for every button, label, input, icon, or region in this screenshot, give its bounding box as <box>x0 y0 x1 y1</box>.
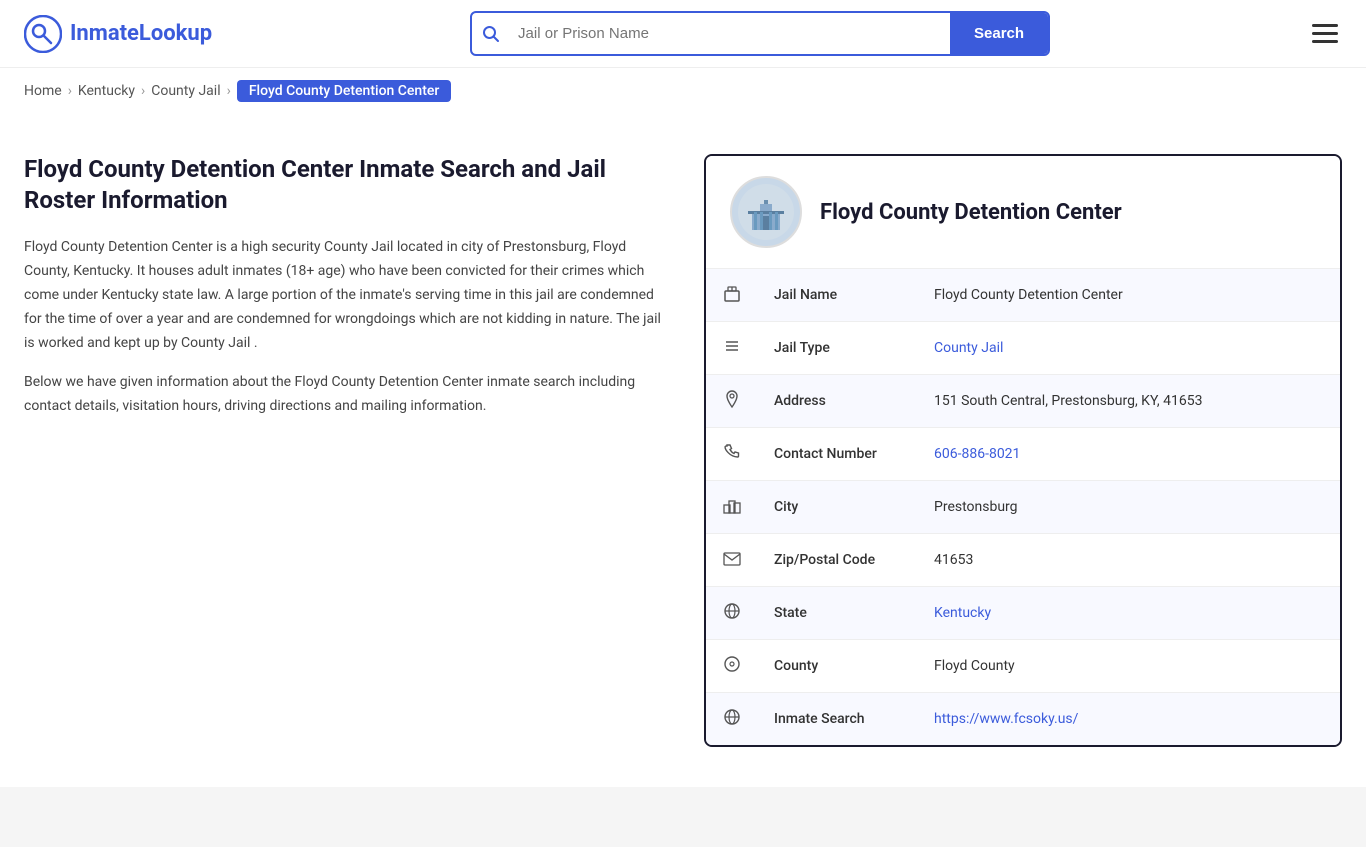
value-jail-name: Floyd County Detention Center <box>918 269 1340 322</box>
mail-icon <box>706 534 758 587</box>
table-row: Contact Number 606-886-8021 <box>706 428 1340 481</box>
phone-icon <box>706 428 758 481</box>
contact-link[interactable]: 606-886-8021 <box>934 446 1020 462</box>
right-column: Floyd County Detention Center Jail Name … <box>704 154 1342 747</box>
breadcrumb-sep-3: › <box>227 83 231 99</box>
breadcrumb-sep-1: › <box>68 83 72 99</box>
facility-image <box>730 176 802 248</box>
search-area: Search <box>470 11 1050 56</box>
label-jail-type: Jail Type <box>758 322 918 375</box>
inmate-search-link[interactable]: https://www.fcsoky.us/ <box>934 711 1078 727</box>
facility-card: Floyd County Detention Center Jail Name … <box>704 154 1342 747</box>
breadcrumb-home[interactable]: Home <box>24 83 62 99</box>
page-desc-1: Floyd County Detention Center is a high … <box>24 236 664 355</box>
jail-type-link[interactable]: County Jail <box>934 340 1003 356</box>
page-title: Floyd County Detention Center Inmate Sea… <box>24 154 664 216</box>
label-county: County <box>758 640 918 693</box>
table-row: Inmate Search https://www.fcsoky.us/ <box>706 693 1340 746</box>
label-contact: Contact Number <box>758 428 918 481</box>
facility-header: Floyd County Detention Center <box>706 156 1340 269</box>
table-row: Zip/Postal Code 41653 <box>706 534 1340 587</box>
facility-name: Floyd County Detention Center <box>820 200 1122 225</box>
left-column: Floyd County Detention Center Inmate Sea… <box>24 154 664 747</box>
breadcrumb-sep-2: › <box>141 83 145 99</box>
label-address: Address <box>758 375 918 428</box>
breadcrumb: Home › Kentucky › County Jail › Floyd Co… <box>0 68 1366 114</box>
inmate-search-icon <box>706 693 758 746</box>
table-row: Jail Type County Jail <box>706 322 1340 375</box>
label-zip: Zip/Postal Code <box>758 534 918 587</box>
search-icon <box>472 25 510 43</box>
value-jail-type[interactable]: County Jail <box>918 322 1340 375</box>
table-row: County Floyd County <box>706 640 1340 693</box>
pin-icon <box>706 375 758 428</box>
table-row: State Kentucky <box>706 587 1340 640</box>
label-city: City <box>758 481 918 534</box>
value-inmate-search[interactable]: https://www.fcsoky.us/ <box>918 693 1340 746</box>
footer-bar <box>0 787 1366 847</box>
value-state[interactable]: Kentucky <box>918 587 1340 640</box>
logo-icon <box>24 15 62 53</box>
main-content: Floyd County Detention Center Inmate Sea… <box>0 114 1366 787</box>
label-inmate-search: Inmate Search <box>758 693 918 746</box>
state-link[interactable]: Kentucky <box>934 605 991 621</box>
logo[interactable]: InmateLookup <box>24 15 212 53</box>
page-desc-2: Below we have given information about th… <box>24 371 664 419</box>
menu-button[interactable] <box>1308 20 1342 47</box>
breadcrumb-county-jail[interactable]: County Jail <box>151 83 220 99</box>
facility-info-table: Jail Name Floyd County Detention Center … <box>706 269 1340 745</box>
globe-icon <box>706 587 758 640</box>
header: InmateLookup Search <box>0 0 1366 68</box>
breadcrumb-kentucky[interactable]: Kentucky <box>78 83 135 99</box>
table-row: Jail Name Floyd County Detention Center <box>706 269 1340 322</box>
value-county: Floyd County <box>918 640 1340 693</box>
value-contact[interactable]: 606-886-8021 <box>918 428 1340 481</box>
value-address: 151 South Central, Prestonsburg, KY, 416… <box>918 375 1340 428</box>
list-icon <box>706 322 758 375</box>
county-icon <box>706 640 758 693</box>
table-row: Address 151 South Central, Prestonsburg,… <box>706 375 1340 428</box>
breadcrumb-current: Floyd County Detention Center <box>237 80 452 102</box>
city-icon <box>706 481 758 534</box>
value-zip: 41653 <box>918 534 1340 587</box>
search-input[interactable] <box>510 15 950 52</box>
jail-icon <box>706 269 758 322</box>
search-button[interactable]: Search <box>950 13 1048 54</box>
logo-text: InmateLookup <box>70 21 212 46</box>
label-jail-name: Jail Name <box>758 269 918 322</box>
table-row: City Prestonsburg <box>706 481 1340 534</box>
value-city: Prestonsburg <box>918 481 1340 534</box>
label-state: State <box>758 587 918 640</box>
